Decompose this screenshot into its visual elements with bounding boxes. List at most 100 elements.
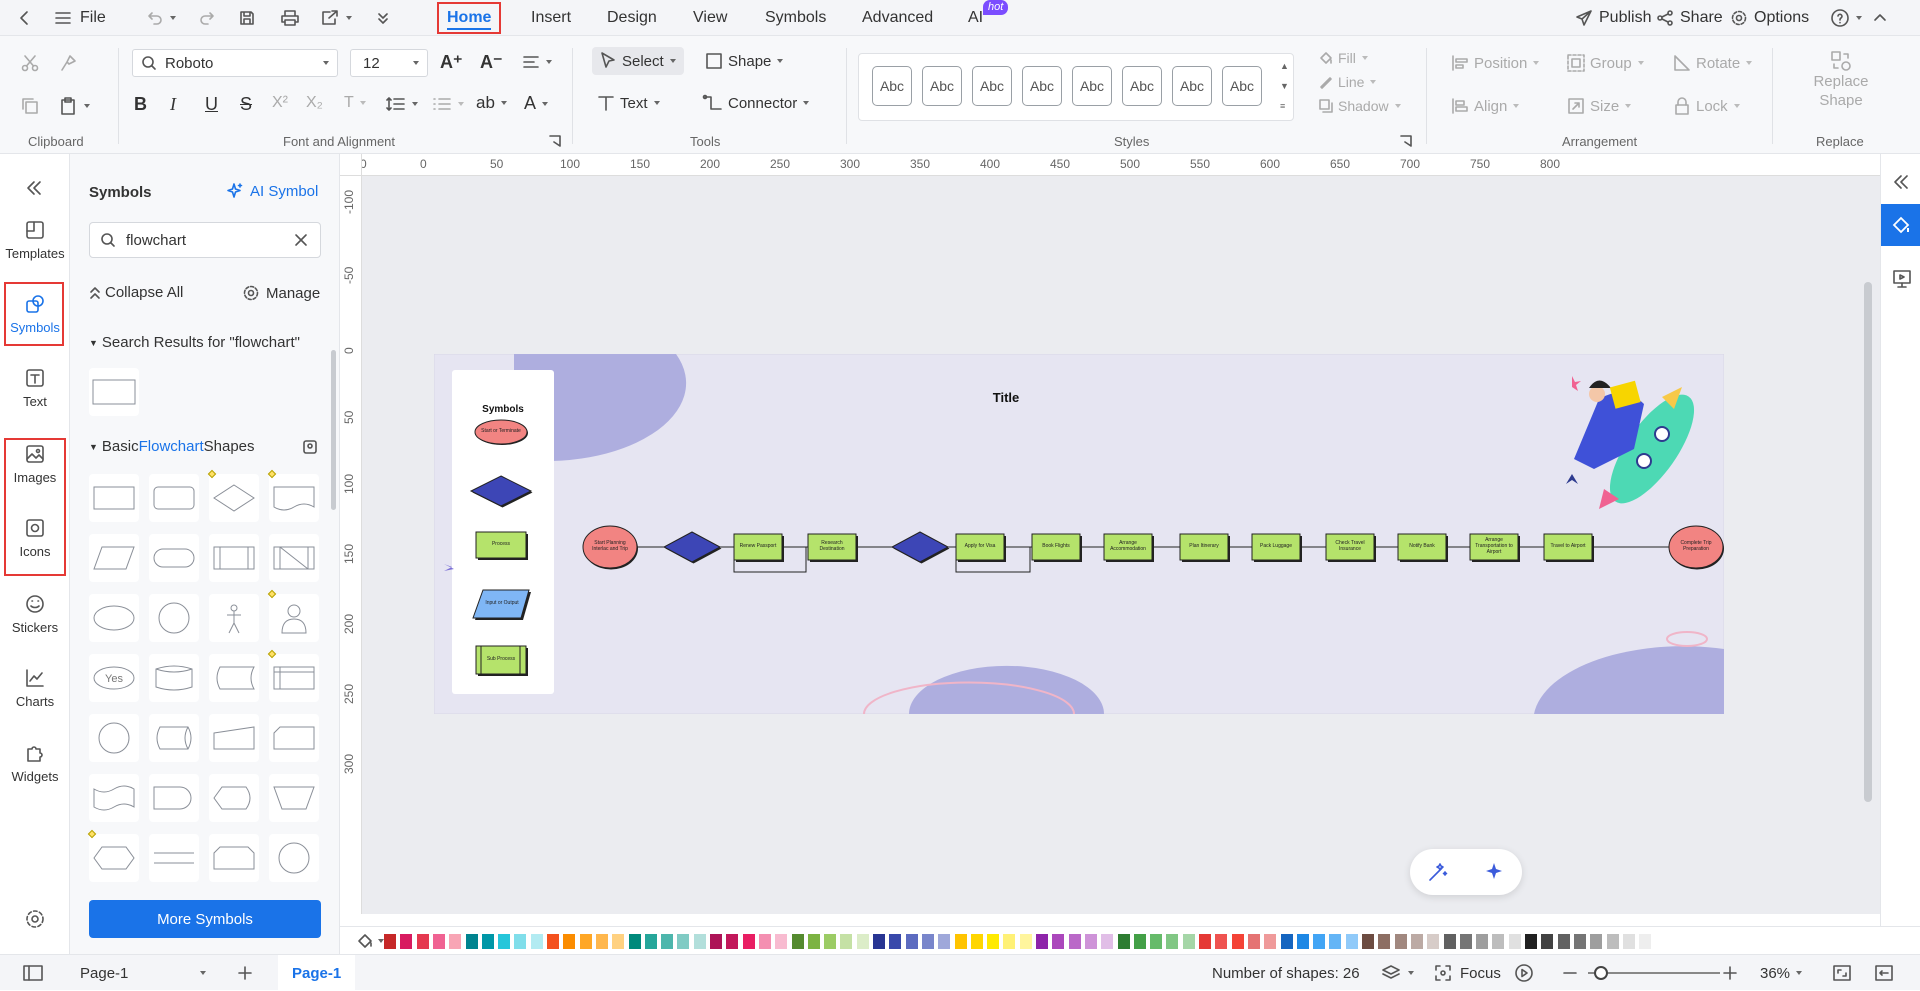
style-sample-7[interactable]: Abc xyxy=(1172,66,1212,106)
search-results-header[interactable]: ▼ Search Results for "flowchart" xyxy=(89,334,300,351)
color-swatch[interactable] xyxy=(921,934,934,949)
strikethrough-button[interactable]: S xyxy=(240,94,252,115)
shape-circle3[interactable] xyxy=(269,834,319,882)
shape-manual[interactable] xyxy=(209,714,259,762)
diagram-page[interactable]: Title Symbols Start or Terminate Process I… xyxy=(434,354,1724,714)
shape-card[interactable] xyxy=(269,714,319,762)
color-swatch[interactable] xyxy=(1639,934,1652,949)
color-swatch[interactable] xyxy=(1573,934,1586,949)
collapse-ribbon-button[interactable] xyxy=(1872,0,1888,36)
color-swatch[interactable] xyxy=(742,934,755,949)
color-swatch[interactable] xyxy=(1199,934,1211,949)
style-sample-3[interactable]: Abc xyxy=(972,66,1012,106)
shape-tape[interactable] xyxy=(89,774,139,822)
search-result-rectangle[interactable] xyxy=(89,368,139,416)
cut-button[interactable] xyxy=(20,53,40,73)
color-swatch[interactable] xyxy=(1622,934,1635,949)
tab-ai[interactable]: AI xyxy=(968,0,983,36)
color-swatch[interactable] xyxy=(1590,934,1603,949)
increase-font-button[interactable]: A⁺ xyxy=(440,52,463,73)
color-swatch[interactable] xyxy=(1525,934,1537,949)
font-dialog-launcher[interactable] xyxy=(549,135,561,147)
color-swatch[interactable] xyxy=(1231,934,1244,949)
clear-search-icon[interactable] xyxy=(294,233,308,247)
tab-design[interactable]: Design xyxy=(607,0,657,36)
color-swatch[interactable] xyxy=(1362,934,1374,949)
color-swatch[interactable] xyxy=(530,934,543,949)
fill-color-picker[interactable] xyxy=(356,932,384,950)
collapse-all-button[interactable]: Collapse All xyxy=(89,284,183,301)
group-button[interactable]: Group xyxy=(1566,53,1644,73)
style-sample-1[interactable]: Abc xyxy=(872,66,912,106)
color-swatch[interactable] xyxy=(1280,934,1293,949)
add-page-button[interactable] xyxy=(236,955,254,991)
style-sample-2[interactable]: Abc xyxy=(922,66,962,106)
diagram-title[interactable]: Title xyxy=(434,390,1578,405)
clear-format-button[interactable]: T xyxy=(344,94,366,112)
color-swatch[interactable] xyxy=(1264,934,1277,949)
position-button[interactable]: Position xyxy=(1450,53,1540,73)
shape-rect[interactable] xyxy=(89,474,139,522)
color-swatch[interactable] xyxy=(726,934,739,949)
color-swatch[interactable] xyxy=(644,934,657,949)
superscript-button[interactable]: X² xyxy=(272,94,288,112)
rail-item-charts[interactable]: Charts xyxy=(2,656,68,720)
tab-symbols[interactable]: Symbols xyxy=(765,0,826,36)
style-gallery-scroll[interactable]: ▲ ▼ ≡ xyxy=(1280,56,1289,116)
color-swatch[interactable] xyxy=(1541,934,1554,949)
color-swatch[interactable] xyxy=(612,934,625,949)
style-sample-4[interactable]: Abc xyxy=(1022,66,1062,106)
more-actions-button[interactable] xyxy=(376,0,390,36)
color-swatch[interactable] xyxy=(1329,934,1342,949)
color-swatch[interactable] xyxy=(1508,934,1521,949)
page-panel-toggle[interactable] xyxy=(22,955,44,991)
canvas-area[interactable]: 0 0 50 100 150 200 250 300 350 400 450 500 550 600 650… xyxy=(340,154,1880,914)
color-swatch[interactable] xyxy=(1117,934,1130,949)
fit-page-button[interactable] xyxy=(1832,955,1852,991)
tab-insert[interactable]: Insert xyxy=(531,0,571,36)
redo-button[interactable] xyxy=(198,0,216,36)
focus-button[interactable]: Focus xyxy=(1434,955,1501,991)
underline-button[interactable]: U xyxy=(205,94,218,115)
color-swatch[interactable] xyxy=(970,934,983,949)
color-swatch[interactable] xyxy=(1606,934,1619,949)
color-swatch[interactable] xyxy=(1476,934,1489,949)
shape-loop[interactable] xyxy=(209,834,259,882)
color-swatch[interactable] xyxy=(775,934,788,949)
color-swatch[interactable] xyxy=(856,934,869,949)
shape-internal[interactable] xyxy=(269,654,319,702)
tab-home[interactable]: Home xyxy=(437,2,502,34)
export-button[interactable] xyxy=(320,0,352,36)
shape-circle[interactable] xyxy=(149,594,199,642)
shape-hex[interactable] xyxy=(89,834,139,882)
color-swatch[interactable] xyxy=(1036,934,1048,949)
color-swatch[interactable] xyxy=(595,934,608,949)
text-align-button[interactable] xyxy=(522,53,552,71)
color-swatch[interactable] xyxy=(432,934,445,949)
copy-button[interactable] xyxy=(20,96,40,116)
more-symbols-button[interactable]: More Symbols xyxy=(89,900,321,938)
color-swatch[interactable] xyxy=(677,934,690,949)
settings-button[interactable] xyxy=(24,908,46,930)
color-swatch[interactable] xyxy=(1068,934,1081,949)
rail-item-templates[interactable]: Templates xyxy=(2,208,68,272)
shape-stadium[interactable] xyxy=(149,534,199,582)
color-swatch[interactable] xyxy=(1019,934,1032,949)
color-swatch[interactable] xyxy=(1427,934,1440,949)
basic-flowchart-header[interactable]: ▼ Basic Flowchart Shapes xyxy=(89,438,255,455)
presentation-button[interactable] xyxy=(1891,268,1913,290)
color-swatch[interactable] xyxy=(481,934,494,949)
color-swatch[interactable] xyxy=(1150,934,1163,949)
color-swatch[interactable] xyxy=(693,934,706,949)
color-swatch[interactable] xyxy=(1410,934,1423,949)
color-swatch[interactable] xyxy=(824,934,837,949)
color-swatch[interactable] xyxy=(840,934,853,949)
align-button[interactable]: Align xyxy=(1450,96,1520,116)
color-swatch[interactable] xyxy=(449,934,462,949)
rail-item-text[interactable]: Text xyxy=(2,356,68,420)
subscript-button[interactable]: X₂ xyxy=(306,94,323,112)
ai-sparkle-icon[interactable] xyxy=(1482,860,1506,884)
shape-display[interactable] xyxy=(209,774,259,822)
shape-person[interactable] xyxy=(209,594,259,642)
lock-button[interactable]: Lock xyxy=(1672,96,1740,116)
